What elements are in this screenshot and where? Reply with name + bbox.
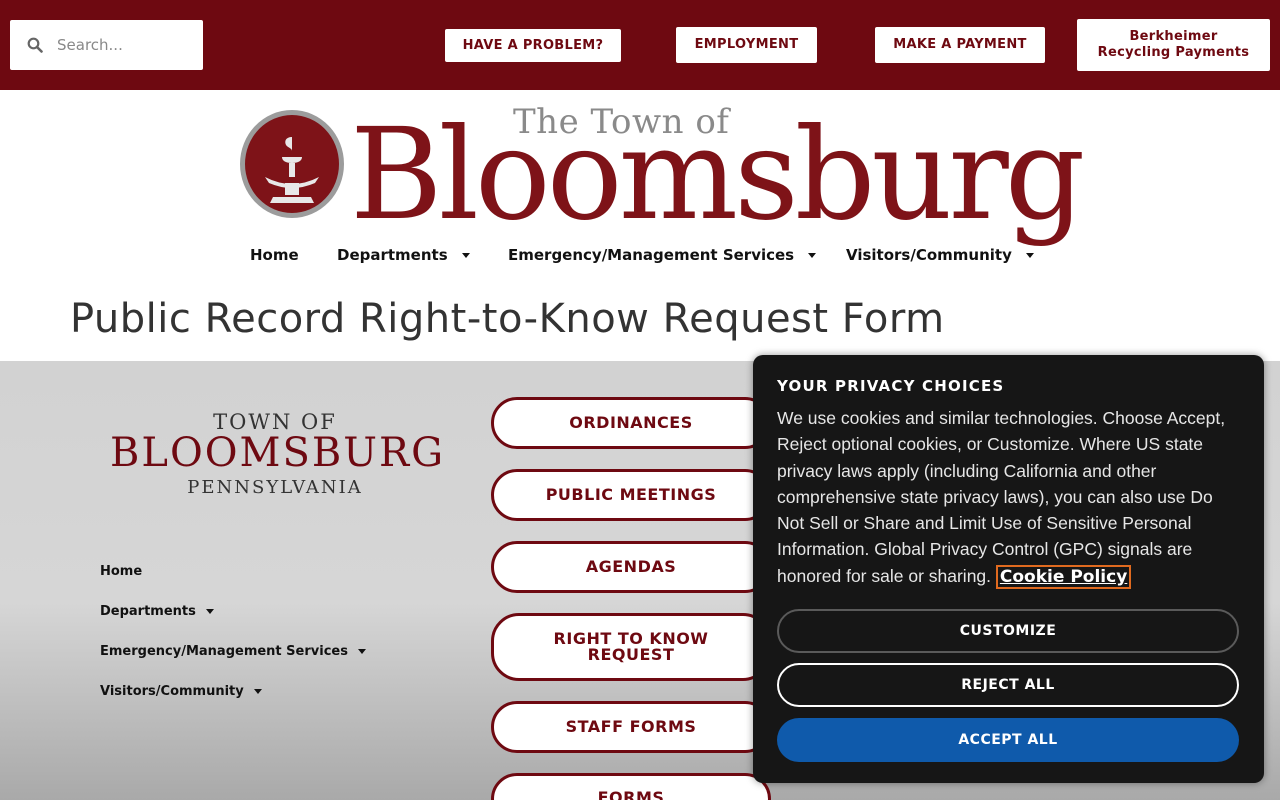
sidebar-item-visitors[interactable]: Visitors/Community [100, 684, 262, 699]
berkheimer-recycling-button[interactable]: Berkheimer Recycling Payments [1077, 19, 1270, 71]
sidebar-item-emergency[interactable]: Emergency/Management Services [100, 644, 366, 659]
nav-visitors-label: Visitors/Community [846, 246, 1012, 264]
sidebar-item-departments[interactable]: Departments [100, 604, 214, 619]
nav-home-label: Home [250, 246, 299, 264]
town-logo-name: BLOOMSBURG [110, 430, 446, 476]
cookie-policy-link[interactable]: Cookie Policy [995, 564, 1132, 589]
search-icon [27, 37, 43, 53]
rtk-label-line2: REQUEST [587, 645, 675, 664]
page-title: Public Record Right-to-Know Request Form [70, 296, 945, 342]
logo-bloomsburg: Bloomsburg [350, 101, 1085, 248]
search-box[interactable] [10, 20, 203, 70]
have-a-problem-button[interactable]: HAVE A PROBLEM? [445, 29, 621, 62]
site-logo[interactable]: The Town of Bloomsburg [240, 100, 1085, 250]
sidebar-item-label: Home [100, 564, 143, 579]
nav-visitors[interactable]: Visitors/Community [846, 246, 1034, 264]
caret-down-icon [808, 252, 817, 258]
nav-emergency[interactable]: Emergency/Management Services [508, 246, 817, 264]
privacy-dialog-body: We use cookies and similar technologies.… [777, 408, 1226, 586]
berkheimer-label-line1: Berkheimer [1129, 29, 1218, 44]
privacy-choices-dialog: YOUR PRIVACY CHOICES We use cookies and … [753, 355, 1264, 783]
fountain-emblem-icon [240, 110, 344, 218]
agendas-button[interactable]: AGENDAS [491, 541, 771, 593]
caret-down-icon [253, 689, 262, 694]
staff-forms-button[interactable]: STAFF FORMS [491, 701, 771, 753]
privacy-dialog-title: YOUR PRIVACY CHOICES [777, 377, 1005, 395]
caret-down-icon [1025, 252, 1034, 258]
town-logo-state: PENNSYLVANIA [187, 477, 363, 498]
ordinances-button[interactable]: ORDINANCES [491, 397, 771, 449]
customize-button[interactable]: CUSTOMIZE [777, 609, 1239, 653]
berkheimer-label-line2: Recycling Payments [1097, 45, 1250, 60]
sidebar-item-home[interactable]: Home [100, 564, 142, 579]
privacy-dialog-text: We use cookies and similar technologies.… [777, 405, 1242, 590]
sidebar-item-label: Departments [100, 604, 196, 619]
sidebar-item-label: Visitors/Community [100, 684, 244, 699]
caret-down-icon [461, 252, 470, 258]
nav-emergency-label: Emergency/Management Services [508, 246, 795, 264]
forms-button[interactable]: FORMS [491, 773, 771, 800]
public-meetings-button[interactable]: PUBLIC MEETINGS [491, 469, 771, 521]
main-nav: Home Departments Emergency/Management Se… [0, 246, 1280, 268]
caret-down-icon [205, 609, 214, 614]
nav-home[interactable]: Home [250, 246, 299, 264]
town-of-bloomsburg-logo: TOWN OF BLOOMSBURG PENNSYLVANIA [110, 410, 446, 498]
accept-all-button[interactable]: ACCEPT ALL [777, 718, 1239, 762]
nav-departments-label: Departments [337, 246, 448, 264]
nav-departments[interactable]: Departments [337, 246, 470, 264]
right-to-know-request-button[interactable]: RIGHT TO KNOW REQUEST [491, 613, 771, 681]
make-a-payment-button[interactable]: MAKE A PAYMENT [875, 27, 1045, 63]
top-bar: HAVE A PROBLEM? EMPLOYMENT MAKE A PAYMEN… [0, 0, 1280, 90]
employment-button[interactable]: EMPLOYMENT [676, 27, 817, 63]
search-input[interactable] [57, 36, 197, 54]
sidebar-item-label: Emergency/Management Services [100, 644, 348, 659]
caret-down-icon [357, 649, 366, 654]
reject-all-button[interactable]: REJECT ALL [777, 663, 1239, 707]
